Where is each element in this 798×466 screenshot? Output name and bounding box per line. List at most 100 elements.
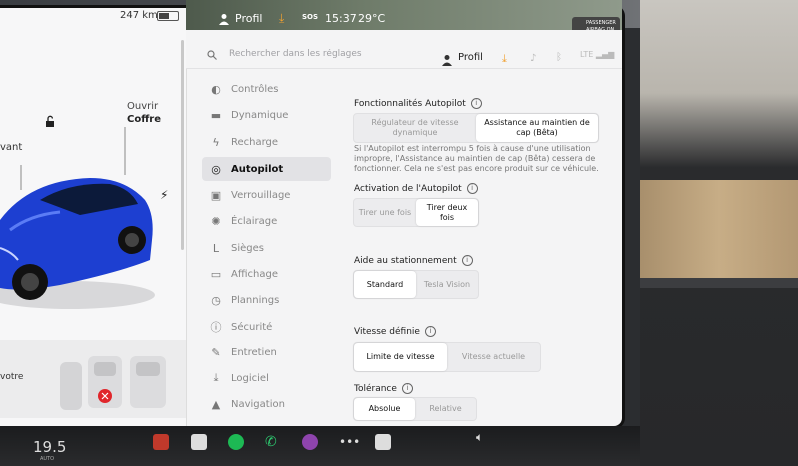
sidebar-item-0[interactable]: ◐ Contrôles xyxy=(202,77,331,101)
profile-person-icon xyxy=(442,55,452,66)
seat-layout-image[interactable] xyxy=(58,352,170,412)
profile-button[interactable]: Profil xyxy=(458,52,483,63)
tolerance-option-1[interactable]: Relative xyxy=(415,398,476,420)
wrench-icon: ✎ xyxy=(211,345,221,359)
lock-icon: ▣ xyxy=(210,188,222,202)
download-icon: ⤓ xyxy=(213,371,219,384)
sidebar-item-label: Affichage xyxy=(231,268,278,280)
autopilot-strike-description: Si l'Autopilot est interrompu 5 fois à c… xyxy=(354,144,599,173)
phone-icon[interactable]: ✆ xyxy=(265,434,281,450)
header-download-icon[interactable]: ⤓ xyxy=(502,52,507,66)
sidebar-item-1[interactable]: ▬ Dynamique xyxy=(202,103,331,127)
sidebar-item-label: Autopilot xyxy=(231,163,284,175)
wood-trim xyxy=(640,180,798,278)
info-circle-icon: ⓘ xyxy=(210,321,222,334)
open-trunk-button[interactable]: Ouvrir Coffre xyxy=(127,100,161,126)
tolerance-title: Tolérance i xyxy=(354,383,413,394)
media-app-icon[interactable] xyxy=(302,434,318,450)
notes-app-icon[interactable] xyxy=(191,434,207,450)
search-icon xyxy=(207,50,217,60)
tolerance-option-0[interactable]: Absolue xyxy=(354,398,415,420)
set-speed-title-text: Vitesse définie xyxy=(354,326,420,337)
range-readout: 247 km xyxy=(120,10,158,21)
autopilot-activation-title: Activation de l'Autopilot i xyxy=(354,183,478,194)
sidebar-item-label: Plannings xyxy=(231,294,280,306)
settings-search-input[interactable] xyxy=(227,44,411,64)
sidebar-item-label: Éclairage xyxy=(231,215,278,227)
sidebar-item-8[interactable]: ◷ Plannings xyxy=(202,288,331,312)
manual-app-icon[interactable] xyxy=(375,434,391,450)
temperature-setpoint[interactable]: 19.5 xyxy=(33,438,66,456)
sidebar-item-5[interactable]: ✺ Éclairage xyxy=(202,209,331,233)
camera-app-icon[interactable] xyxy=(153,434,169,450)
info-icon[interactable]: i xyxy=(401,383,413,394)
airbag-line-1: PASSENGER xyxy=(586,20,616,26)
parking-assist-title-text: Aide au stationnement xyxy=(354,255,457,266)
sidebar-item-2[interactable]: ϟ Recharge xyxy=(202,130,331,154)
sidebar-item-label: Logiciel xyxy=(231,372,269,384)
software-update-icon[interactable]: ⤓ xyxy=(279,11,284,26)
sidebar-item-3[interactable]: ◎ Autopilot xyxy=(202,157,331,181)
sidebar-item-9[interactable]: ⓘ Sécurité xyxy=(202,315,331,339)
speed-option-1[interactable]: Vitesse actuelle xyxy=(447,343,540,371)
car-panel-scrollbar[interactable] xyxy=(181,40,184,250)
car-icon: ▬ xyxy=(210,108,222,122)
more-apps-icon[interactable]: ••• xyxy=(339,434,360,450)
taskbar xyxy=(0,426,640,466)
seat-icon: ᒪ xyxy=(212,241,220,255)
display-icon: ▭ xyxy=(210,267,222,281)
info-icon[interactable]: i xyxy=(466,183,478,194)
sidebar-item-label: Sièges xyxy=(231,242,264,254)
info-icon[interactable]: i xyxy=(470,98,482,109)
sidebar-item-7[interactable]: ▭ Affichage xyxy=(202,262,331,286)
autopilot-features-title: Fonctionnalités Autopilot i xyxy=(354,98,482,109)
info-icon[interactable]: i xyxy=(424,326,436,337)
autopilot-activation-selector: Tirer une fois Tirer deux fois xyxy=(353,198,479,227)
sidebar-item-4[interactable]: ▣ Verrouillage xyxy=(202,183,331,207)
sun-icon: ✺ xyxy=(211,214,221,228)
volume-icon[interactable]: 🔈︎ xyxy=(476,430,483,445)
trunk-line-1: Ouvrir xyxy=(127,101,159,112)
info-icon[interactable]: i xyxy=(461,255,473,266)
spotify-icon[interactable] xyxy=(228,434,244,450)
sidebar-item-12[interactable]: ▲ Navigation xyxy=(202,392,331,416)
parking-option-1[interactable]: Tesla Vision xyxy=(416,271,478,298)
toggle-icon: ◐ xyxy=(211,82,221,96)
bell-icon[interactable]: ♪ xyxy=(530,53,536,64)
parking-assist-selector: Standard Tesla Vision xyxy=(353,270,479,299)
clock-readout: 15:37 xyxy=(325,12,357,25)
set-speed-title: Vitesse définie i xyxy=(354,326,436,337)
speed-option-0[interactable]: Limite de vitesse xyxy=(354,343,447,371)
sidebar-item-label: Contrôles xyxy=(231,83,279,95)
sidebar-item-label: Verrouillage xyxy=(231,189,291,201)
autopilot-features-title-text: Fonctionnalités Autopilot xyxy=(354,98,466,109)
navigation-icon: ▲ xyxy=(211,397,221,411)
sidebar-item-label: Sécurité xyxy=(231,321,273,333)
steering-wheel-icon: ◎ xyxy=(211,162,221,176)
activation-option-1[interactable]: Tirer deux fois xyxy=(416,199,478,226)
tolerance-title-text: Tolérance xyxy=(354,383,397,394)
frunk-label[interactable]: vant xyxy=(0,142,22,153)
battery-icon xyxy=(157,11,179,21)
settings-sidebar: ◐ Contrôles ▬ Dynamique ϟ Recharge ◎ Autopilot ▣… xyxy=(186,70,346,418)
sidebar-item-10[interactable]: ✎ Entretien xyxy=(202,340,331,364)
temperature-readout: 29°C xyxy=(358,12,386,25)
sidebar-item-label: Recharge xyxy=(231,136,279,148)
activation-option-0[interactable]: Tirer une fois xyxy=(354,199,416,226)
bolt-icon: ϟ xyxy=(212,135,220,149)
dashboard-trim xyxy=(640,278,798,288)
set-speed-selector: Limite de vitesse Vitesse actuelle xyxy=(353,342,541,372)
charge-port-bolt-icon[interactable]: ⚡ xyxy=(160,188,168,202)
features-option-0[interactable]: Régulateur de vitesse dynamique xyxy=(354,114,476,142)
parking-option-0[interactable]: Standard xyxy=(354,271,416,298)
sidebar-item-11[interactable]: ⤓ Logiciel xyxy=(202,366,331,390)
unlock-icon[interactable] xyxy=(44,115,56,127)
bluetooth-icon[interactable]: ᛒ xyxy=(556,52,562,63)
features-option-1[interactable]: Assistance au maintien de cap (Bêta) xyxy=(476,114,598,142)
lte-signal-icon: LTE ▂▄▆ xyxy=(580,50,615,59)
sidebar-item-label: Entretien xyxy=(231,346,277,358)
autopilot-activation-title-text: Activation de l'Autopilot xyxy=(354,183,462,194)
sidebar-item-6[interactable]: ᒪ Sièges xyxy=(202,236,331,260)
sos-icon[interactable]: SOS xyxy=(302,13,318,21)
status-profile-button[interactable]: Profil xyxy=(235,12,262,25)
